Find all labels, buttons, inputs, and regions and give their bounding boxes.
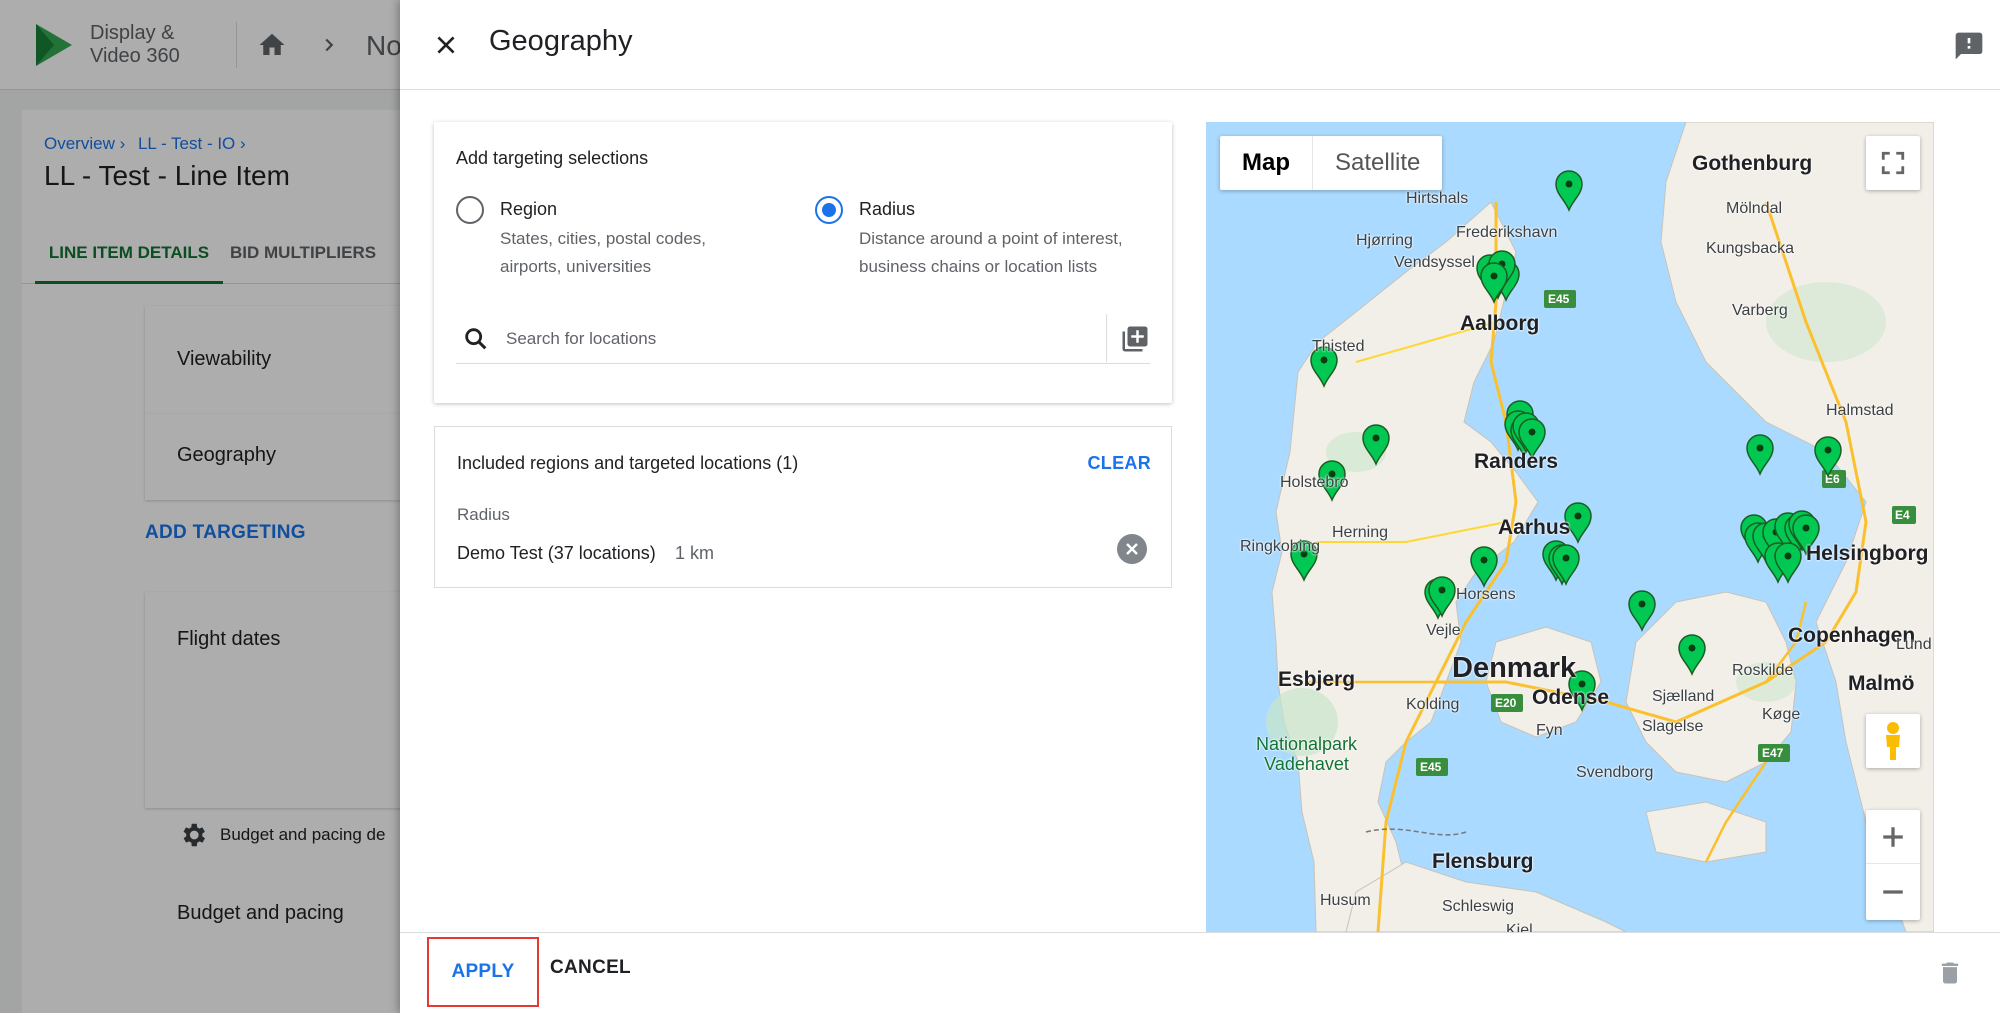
included-item-radius: 1 km bbox=[675, 543, 715, 563]
feedback-icon[interactable] bbox=[1953, 30, 1985, 62]
shield-e45-south: E45 bbox=[1420, 760, 1442, 774]
close-button[interactable] bbox=[426, 25, 466, 65]
zoom-in-button[interactable] bbox=[1866, 810, 1920, 864]
pegman-icon bbox=[1886, 722, 1900, 760]
region-label[interactable]: Region bbox=[500, 199, 557, 220]
map-label-odense: Odense bbox=[1532, 686, 1610, 709]
map-pin-icon[interactable] bbox=[1746, 434, 1774, 477]
plus-icon bbox=[1883, 826, 1903, 847]
map-label-fyn: Fyn bbox=[1536, 722, 1563, 739]
map-label-nationalpark: Nationalpark Vadehavet bbox=[1256, 734, 1358, 774]
map-label-malmo: Malmö bbox=[1848, 672, 1915, 695]
shield-e4: E4 bbox=[1895, 508, 1910, 522]
search-input[interactable] bbox=[506, 322, 1086, 356]
radius-label[interactable]: Radius bbox=[859, 199, 915, 220]
map-label-kolding: Kolding bbox=[1406, 696, 1460, 713]
map-label-randers: Randers bbox=[1474, 450, 1559, 473]
search-icon bbox=[465, 328, 487, 350]
map-label-ringkobing: Ringkobing bbox=[1240, 538, 1321, 555]
radius-radio[interactable] bbox=[815, 196, 843, 224]
map-label-hirtshals: Hirtshals bbox=[1406, 190, 1469, 207]
included-item-name: Demo Test (37 locations) bbox=[457, 543, 656, 563]
shield-e20: E20 bbox=[1495, 696, 1517, 710]
map-label-roskilde: Roskilde bbox=[1732, 662, 1794, 679]
apply-button[interactable]: APPLY bbox=[427, 937, 539, 1007]
fullscreen-icon bbox=[1881, 151, 1905, 175]
map-label-aarhus: Aarhus bbox=[1498, 516, 1571, 539]
map-pin-icon[interactable] bbox=[1555, 170, 1583, 213]
map-label-koge: Køge bbox=[1762, 706, 1801, 723]
clear-button[interactable]: CLEAR bbox=[1088, 453, 1152, 474]
included-title: Included regions and targeted locations … bbox=[457, 453, 799, 473]
map-label-herning: Herning bbox=[1332, 524, 1389, 541]
fullscreen-button[interactable] bbox=[1866, 136, 1920, 190]
map-type-map[interactable]: Map bbox=[1220, 136, 1313, 190]
included-type-label: Radius bbox=[457, 505, 510, 524]
search-divider bbox=[1106, 314, 1107, 362]
map-pin-icon[interactable] bbox=[1628, 590, 1656, 633]
map-label-helsingborg: Helsingborg bbox=[1806, 542, 1929, 565]
map-label-sjaelland: Sjælland bbox=[1652, 688, 1715, 705]
minus-icon bbox=[1883, 890, 1903, 894]
panel-title: Geography bbox=[489, 25, 633, 57]
location-search bbox=[456, 314, 1150, 364]
trash-icon[interactable] bbox=[1936, 957, 1964, 989]
map-label-husum: Husum bbox=[1320, 892, 1371, 909]
scrim-overlay[interactable] bbox=[0, 0, 400, 1013]
cancel-button[interactable]: CANCEL bbox=[550, 957, 631, 979]
map-label-hjorring: Hjørring bbox=[1356, 232, 1413, 249]
map-label-slagelse: Slagelse bbox=[1642, 718, 1704, 735]
geography-panel: Geography Add targeting selections Regio… bbox=[400, 0, 2000, 1013]
map-label-halmstad: Halmstad bbox=[1826, 402, 1894, 419]
street-view-button[interactable] bbox=[1866, 714, 1920, 768]
zoom-out-button[interactable] bbox=[1866, 865, 1920, 919]
map-label-kungsbacka: Kungsbacka bbox=[1706, 240, 1795, 257]
shield-e45-north: E45 bbox=[1548, 292, 1570, 306]
map-label-kiel: Kiel bbox=[1506, 922, 1533, 932]
map-label-vejle: Vejle bbox=[1426, 622, 1461, 639]
region-description: States, cities, postal codes, airports, … bbox=[500, 229, 706, 276]
map-type-control: Map Satellite bbox=[1220, 136, 1443, 190]
map-label-molndal: Mölndal bbox=[1726, 200, 1783, 217]
map-type-satellite[interactable]: Satellite bbox=[1313, 136, 1442, 190]
panel-header: Geography bbox=[400, 0, 2000, 90]
region-radio[interactable] bbox=[456, 196, 484, 224]
map-label-lund: Lund bbox=[1896, 636, 1932, 653]
clear-circle-icon bbox=[1126, 543, 1138, 555]
targeting-heading: Add targeting selections bbox=[456, 148, 649, 168]
close-icon bbox=[437, 36, 455, 54]
map-label-schleswig: Schleswig bbox=[1442, 898, 1515, 915]
bulk-add-icon[interactable] bbox=[1120, 324, 1150, 354]
map-label-holstebro: Holstebro bbox=[1280, 474, 1349, 491]
panel-footer: APPLY CANCEL bbox=[400, 932, 2000, 1013]
included-locations-card: Included regions and targeted locations … bbox=[434, 426, 1172, 588]
map-view[interactable]: E45 E6 E4 E20 E47 E45 Gothenburg Mölndal… bbox=[1206, 122, 1934, 932]
map-label-vendsyssel: Vendsyssel bbox=[1394, 254, 1475, 271]
map-label-horsens: Horsens bbox=[1456, 586, 1516, 603]
targeting-card: Add targeting selections Region States, … bbox=[434, 122, 1172, 403]
remove-location-button[interactable] bbox=[1117, 534, 1147, 564]
radius-description: Distance around a point of interest, bus… bbox=[859, 229, 1123, 276]
map-label-varberg: Varberg bbox=[1732, 302, 1788, 319]
map-label-svendborg: Svendborg bbox=[1576, 764, 1654, 781]
map-label-gothenburg: Gothenburg bbox=[1692, 152, 1813, 175]
map-label-thisted: Thisted bbox=[1312, 338, 1365, 355]
map-label-aalborg: Aalborg bbox=[1460, 312, 1540, 335]
map-label-flensburg: Flensburg bbox=[1432, 850, 1534, 873]
zoom-control bbox=[1866, 810, 1920, 920]
map-label-denmark: Denmark bbox=[1452, 652, 1577, 684]
map-label-esbjerg: Esbjerg bbox=[1278, 668, 1356, 691]
shield-e47: E47 bbox=[1762, 746, 1784, 760]
map-label-frederikshavn: Frederikshavn bbox=[1456, 224, 1558, 241]
